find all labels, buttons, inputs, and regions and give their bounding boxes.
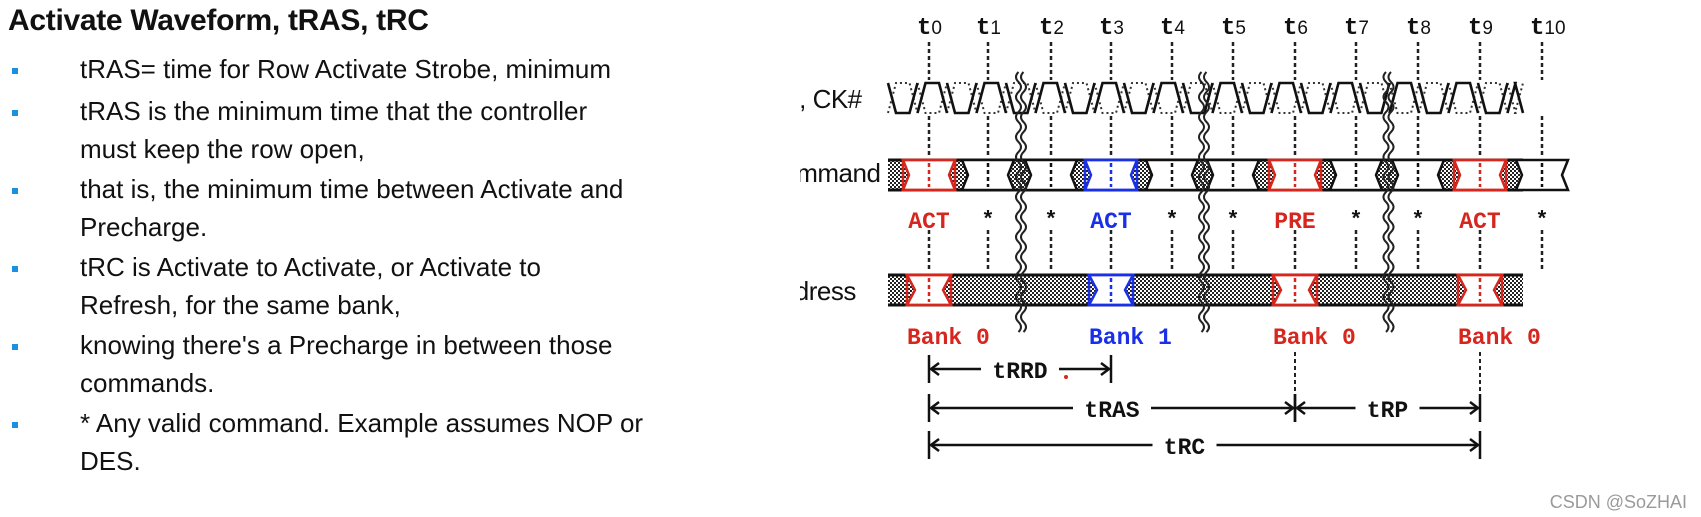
command-label: ACT [1090, 209, 1132, 235]
bullet-icon [12, 344, 18, 350]
timing-diagram-svg: CK, CK# Command Address t0 t1 t2 t3 t4 t5 t6 t7 t8 t… [800, 15, 1570, 461]
bullet-text: tRC is Activate to Activate, or Activate… [80, 252, 541, 320]
interval-trrd: tRRD [927, 355, 1113, 385]
bullet-icon [12, 188, 18, 194]
command-any-valid: * [1044, 208, 1057, 233]
time-label: t9 [1468, 15, 1493, 42]
timing-diagram: CK, CK# Command Address t0 t1 t2 t3 t4 t5 t6 t7 t8 t… [800, 0, 1701, 517]
interval-label: tRAS [1084, 398, 1139, 424]
time-label: t4 [1160, 15, 1185, 42]
command-any-valid: * [981, 208, 994, 233]
command-any-valid: * [1226, 208, 1239, 233]
signal-label: CK, CK# [800, 84, 863, 114]
interval-label: tRC [1164, 435, 1206, 461]
signal-label: Address [800, 276, 856, 306]
interval-label: tRRD [992, 359, 1047, 385]
command-any-valid: * [1165, 208, 1178, 233]
signal-label: Command [800, 158, 880, 188]
time-label: t7 [1344, 15, 1369, 42]
bullet-text: tRAS is the minimum time that the contro… [80, 96, 588, 164]
bullet-icon [12, 110, 18, 116]
time-label: t2 [1039, 15, 1064, 42]
bullet-icon [12, 422, 18, 428]
bullet-icon [12, 68, 18, 74]
bullet-text: tRAS= time for Row Activate Strobe, mini… [80, 54, 612, 84]
interval-label: tRP [1367, 398, 1408, 424]
command-label: PRE [1274, 209, 1315, 235]
interval-tras: tRAS [927, 394, 1297, 424]
time-label: t3 [1099, 15, 1124, 42]
time-label: t0 [917, 15, 942, 42]
bullet-text: knowing there's a Precharge in between t… [80, 330, 613, 398]
command-label: ACT [908, 209, 950, 235]
address-label: Bank 0 [1273, 325, 1356, 351]
interval-trp: tRP [1293, 394, 1482, 424]
watermark: CSDN @SoZHAI [1549, 492, 1687, 512]
time-label: t5 [1221, 15, 1246, 42]
time-label: t10 [1530, 15, 1566, 42]
address-label: Bank 1 [1089, 325, 1172, 351]
annotation-dot [1064, 375, 1068, 379]
command-label: ACT [1459, 209, 1501, 235]
command-any-valid: * [1411, 208, 1424, 233]
bullet-text: that is, the minimum time between Activa… [80, 174, 624, 242]
time-label: t1 [976, 15, 1001, 42]
bullet-text: * Any valid command. Example assumes NOP… [80, 408, 644, 476]
address-label: Bank 0 [1458, 325, 1541, 351]
command-any-valid: * [1349, 208, 1362, 233]
command-any-valid: * [1535, 208, 1548, 233]
time-label: t8 [1406, 15, 1431, 42]
bullet-icon [12, 266, 18, 272]
interval-trc: tRC [927, 431, 1482, 461]
slide-title: Activate Waveform, tRAS, tRC [8, 4, 429, 37]
time-label: t6 [1283, 15, 1308, 42]
address-label: Bank 0 [907, 325, 990, 351]
